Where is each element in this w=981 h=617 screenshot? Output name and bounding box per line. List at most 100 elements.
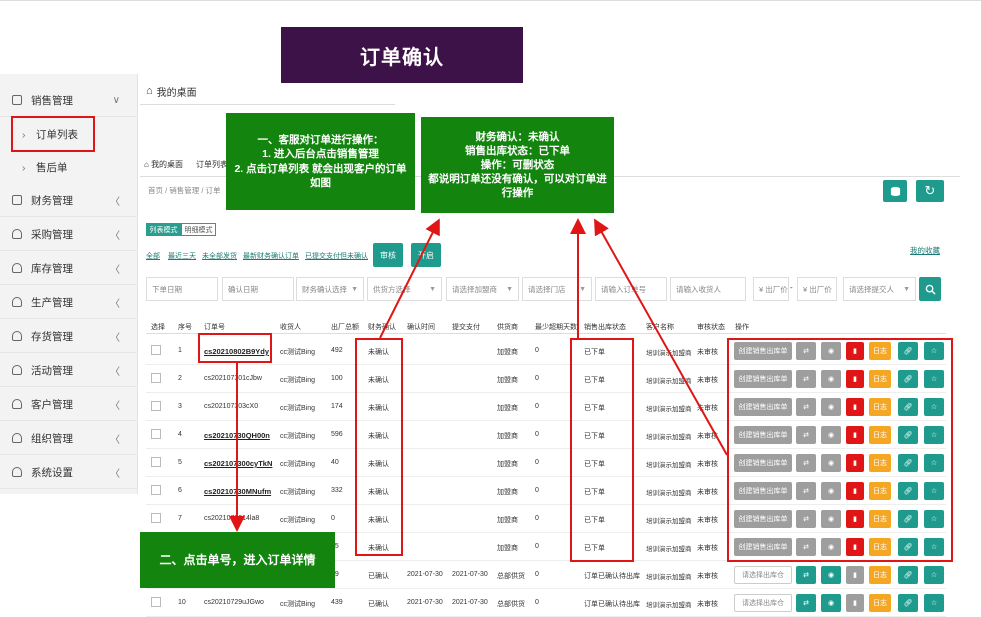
my-favorites-link[interactable]: 我的收藏 xyxy=(910,245,940,256)
row-supplier: 总部供货 xyxy=(497,601,525,608)
submitter-select[interactable]: 请选择提交人 ▼ xyxy=(843,277,916,301)
row-audit: 未审核 xyxy=(697,601,718,608)
order-number-input[interactable]: 请输入订单号 xyxy=(595,277,667,301)
annotation-finance-note: 财务确认：未确认 销售出库状态：已下单 操作：可删状态 都说明订单还没有确认，可… xyxy=(421,117,614,213)
col-confirm-time: 确认时间 xyxy=(407,324,435,331)
sidebar-item-label: 销售管理 xyxy=(31,94,73,107)
sidebar-item-4[interactable]: 采购管理 〈 xyxy=(0,218,138,251)
col-order-no: 订单号 xyxy=(204,324,225,331)
row-customer: 培训演示加盟商 xyxy=(646,574,692,581)
row-checkbox[interactable] xyxy=(151,485,161,495)
tab-order-list[interactable]: 订单列表 xyxy=(196,159,228,170)
warehouse-select[interactable]: 请选择出库仓 xyxy=(734,594,792,612)
order-number-link[interactable]: cs202107303cX0 xyxy=(204,403,258,410)
max-price-input[interactable]: ¥ 出厂价 xyxy=(797,277,837,301)
settings-icon[interactable]: ◉ xyxy=(821,566,841,584)
user-icon xyxy=(12,263,22,273)
order-number-link[interactable]: cs20210730MNufm xyxy=(204,487,271,496)
shuffle-icon[interactable]: ⇄ xyxy=(796,566,816,584)
refresh-icon[interactable]: ↻ xyxy=(916,180,944,202)
row-receiver: cc测试Bing xyxy=(280,405,316,412)
search-button[interactable] xyxy=(919,277,941,301)
min-price-input[interactable]: ¥ 出厂价 xyxy=(753,277,789,301)
row-index: 7 xyxy=(178,515,182,522)
highlight-status-column xyxy=(570,338,634,562)
filter-last-three-days[interactable]: 最近三天 xyxy=(168,251,196,261)
order-number-link[interactable]: cs202107300cyTkN xyxy=(204,459,272,468)
row-overdue: 0 xyxy=(535,459,539,466)
document-icon xyxy=(12,95,22,105)
confirm-date-field[interactable]: 确认日期 xyxy=(222,277,294,301)
sidebar-item-5[interactable]: 库存管理 〈 xyxy=(0,252,138,285)
col-receiver: 收货人 xyxy=(280,324,301,331)
row-checkbox[interactable] xyxy=(151,401,161,411)
filter-all[interactable]: 全部 xyxy=(146,251,160,261)
audit-button[interactable]: 审核 xyxy=(373,243,403,267)
order-number-link[interactable]: cs20210730QH00n xyxy=(204,431,270,440)
warehouse-select[interactable]: 请选择出库仓 xyxy=(734,566,792,584)
star-icon[interactable]: ☆ xyxy=(924,566,944,584)
chevron-icon: 〈 xyxy=(110,434,120,446)
top-divider xyxy=(0,0,981,1)
row-overdue: 0 xyxy=(535,375,539,382)
log-button[interactable]: 日志 xyxy=(869,594,891,612)
store-select[interactable]: 请选择门店 ▼ xyxy=(522,277,592,301)
sidebar-item-0[interactable]: 销售管理 ∨ xyxy=(0,84,138,117)
sidebar-item-8[interactable]: 活动管理 〈 xyxy=(0,354,138,387)
user-icon xyxy=(12,297,22,307)
col-total: 出厂总额 xyxy=(331,324,359,331)
row-audit: 未审核 xyxy=(697,433,718,440)
row-checkbox[interactable] xyxy=(151,373,161,383)
log-button[interactable]: 日志 xyxy=(869,566,891,584)
sidebar-item-6[interactable]: 生产管理 〈 xyxy=(0,286,138,319)
chevron-down-icon: ▼ xyxy=(903,285,910,293)
detail-mode-button[interactable]: 明细模式 xyxy=(181,223,216,236)
row-checkbox[interactable] xyxy=(151,429,161,439)
order-number-link[interactable]: cs202107301cJbw xyxy=(204,375,262,382)
col-index: 序号 xyxy=(178,324,192,331)
open-button[interactable]: 开启 xyxy=(411,243,441,267)
row-supplier: 加盟商 xyxy=(497,377,518,384)
sidebar-item-11[interactable]: 系统设置 〈 xyxy=(0,456,138,489)
filter-paid-unconfirmed[interactable]: 已提交支付但未确认 xyxy=(305,251,368,261)
order-date-field[interactable]: 下单日期 xyxy=(146,277,218,301)
row-outbound-status: 订单已确认待出库 xyxy=(584,601,640,608)
order-number-link[interactable]: cs2021073014la8 xyxy=(204,515,259,522)
filter-not-shipped[interactable]: 未全部发货 xyxy=(202,251,237,261)
row-checkbox[interactable] xyxy=(151,597,161,607)
link-icon[interactable]: 🔗︎ xyxy=(898,566,918,584)
link-icon[interactable]: 🔗︎ xyxy=(898,594,918,612)
shuffle-icon[interactable]: ⇄ xyxy=(796,594,816,612)
franchisee-select[interactable]: 请选择加盟商 ▼ xyxy=(446,277,519,301)
row-customer: 培训演示加盟商 xyxy=(646,462,692,469)
sidebar-item-3[interactable]: 财务管理 〈 xyxy=(0,184,138,217)
row-supplier: 加盟商 xyxy=(497,461,518,468)
stack-icon[interactable] xyxy=(883,180,907,202)
row-index: 5 xyxy=(178,459,182,466)
row-overdue: 0 xyxy=(535,571,539,578)
user-icon xyxy=(12,365,22,375)
sidebar-item-7[interactable]: 存货管理 〈 xyxy=(0,320,138,353)
row-supplier: 加盟商 xyxy=(497,433,518,440)
row-checkbox[interactable] xyxy=(151,345,161,355)
chevron-icon: 〈 xyxy=(110,468,120,480)
row-outbound-status: 订单已确认待出库 xyxy=(584,573,640,580)
filter-finance-confirmed[interactable]: 最新财务确认订单 xyxy=(243,251,299,261)
row-audit: 未审核 xyxy=(697,545,718,552)
sidebar-subitem-2[interactable]: › 售后单 xyxy=(0,151,138,184)
delete-icon[interactable]: ▮ xyxy=(846,594,864,612)
order-number-link[interactable]: cs20210729uJGwo xyxy=(204,599,264,606)
list-mode-button[interactable]: 列表模式 xyxy=(146,223,181,236)
tab-home[interactable]: ⌂ 我的桌面 xyxy=(144,159,183,170)
settings-icon[interactable]: ◉ xyxy=(821,594,841,612)
star-icon[interactable]: ☆ xyxy=(924,594,944,612)
sidebar-item-10[interactable]: 组织管理 〈 xyxy=(0,422,138,455)
row-checkbox[interactable] xyxy=(151,513,161,523)
receiver-input[interactable]: 请输入收货人 xyxy=(670,277,746,301)
sidebar-item-label: 库存管理 xyxy=(31,262,73,275)
delete-icon[interactable]: ▮ xyxy=(846,566,864,584)
sidebar-item-9[interactable]: 客户管理 〈 xyxy=(0,388,138,421)
supplier-select[interactable]: 供货方选择 ▼ xyxy=(367,277,442,301)
finance-confirm-select[interactable]: 财务确认选择 ▼ xyxy=(296,277,364,301)
row-checkbox[interactable] xyxy=(151,457,161,467)
